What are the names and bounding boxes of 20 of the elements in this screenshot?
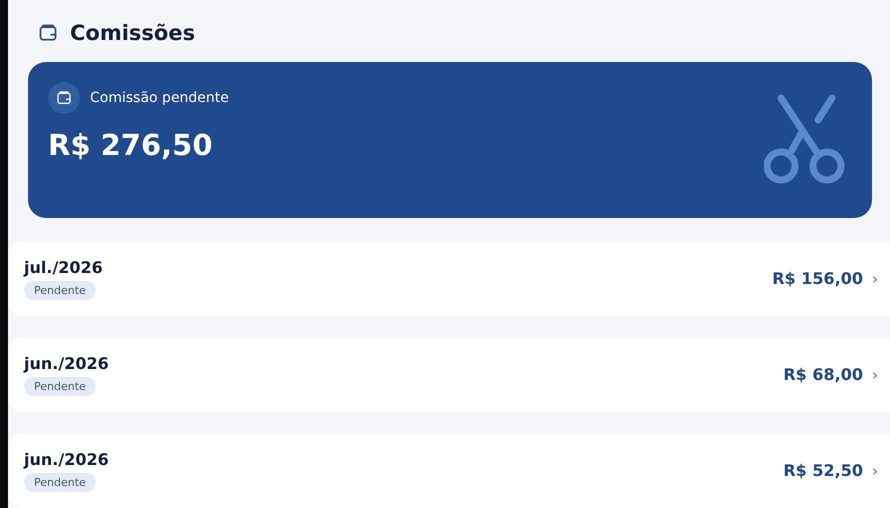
row-amount: R$ 52,50 [783, 461, 863, 480]
row-amount: R$ 156,00 [772, 269, 863, 288]
chevron-icon: › [872, 270, 878, 288]
commission-row[interactable]: jun./2026 Pendente R$ 68,00 › [8, 337, 890, 412]
wallet-icon [38, 22, 58, 43]
period-label: jun./2026 [24, 354, 109, 372]
period-label: jul./2026 [24, 258, 103, 276]
row-amount: R$ 68,00 [783, 365, 863, 384]
status-badge: Pendente [24, 472, 96, 492]
wallet-glyph-icon [56, 90, 72, 106]
summary-label: Comissão pendente [90, 90, 229, 106]
chevron-icon: › [872, 366, 878, 384]
chevron-icon: › [872, 462, 878, 480]
period-label: jun./2026 [24, 450, 109, 468]
page-title: Comissões [70, 20, 196, 45]
status-badge: Pendente [24, 376, 96, 396]
commission-row[interactable]: jul./2026 Pendente R$ 156,00 › [8, 241, 890, 316]
summary-amount: R$ 276,50 [48, 128, 214, 162]
status-badge: Pendente [24, 280, 96, 300]
commission-row[interactable]: jun./2026 Pendente R$ 52,50 › [8, 433, 890, 508]
